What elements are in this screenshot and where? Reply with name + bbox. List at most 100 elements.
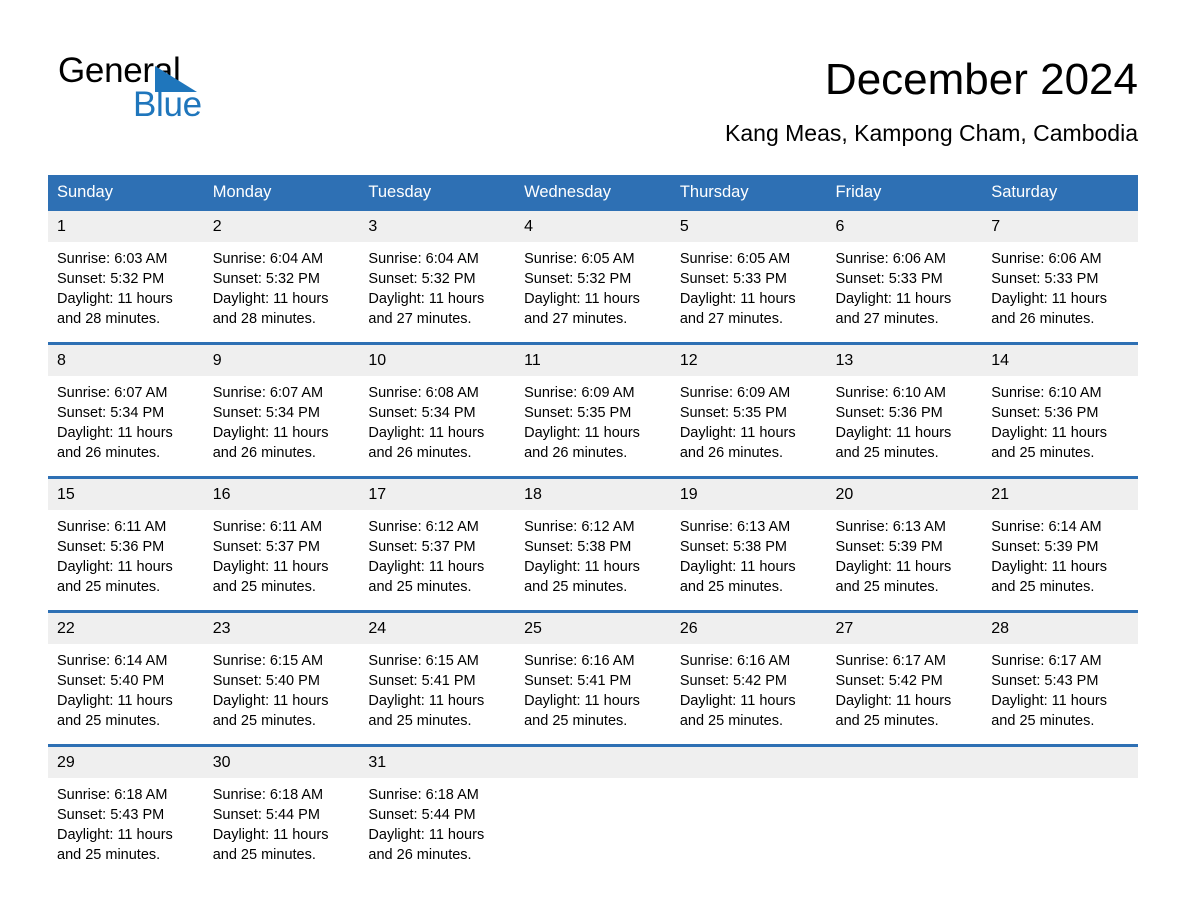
- sunrise-text: Sunrise: 6:15 AM: [212, 653, 324, 669]
- daylight-text: Daylight: 11 hours and 26 minutes.: [991, 291, 1108, 327]
- sunset-text: Sunset: 5:40 PM: [57, 673, 165, 689]
- calendar-day-cell[interactable]: 9 Sunrise: 6:07 AM Sunset: 5:34 PM Daylight…: [203, 342, 360, 478]
- daylight-text: Daylight: 11 hours and 25 minutes.: [679, 693, 796, 729]
- daylight-text: Daylight: 11 hours and 25 minutes.: [524, 693, 640, 729]
- day-details: Sunrise: 6:10 AM Sunset: 5:36 PM Daylight:…: [982, 376, 1138, 463]
- calendar-day-cell[interactable]: 31 Sunrise: 6:18 AM Sunset: 5:44 PM Dayligh…: [359, 744, 516, 878]
- daylight-text: Daylight: 11 hours and 25 minutes.: [212, 693, 329, 729]
- day-number: 24: [359, 613, 516, 644]
- day-number: 27: [826, 613, 983, 644]
- calendar-day-cell[interactable]: 25 Sunrise: 6:16 AM Sunset: 5:41 PM Dayligh…: [515, 610, 671, 746]
- day-number: [670, 747, 827, 778]
- sunset-text: Sunset: 5:35 PM: [524, 405, 632, 421]
- sunrise-text: Sunrise: 6:11 AM: [57, 519, 167, 535]
- day-number: 25: [515, 613, 671, 644]
- sunrise-text: Sunrise: 6:11 AM: [212, 519, 323, 535]
- day-details: Sunrise: 6:05 AM Sunset: 5:33 PM Daylight:…: [671, 242, 827, 329]
- calendar-day-cell[interactable]: 4 Sunrise: 6:05 AM Sunset: 5:32 PM Daylight…: [515, 211, 671, 344]
- calendar-day-cell[interactable]: 12 Sunrise: 6:09 AM Sunset: 5:35 PM Dayligh…: [670, 342, 827, 478]
- calendar-day-cell[interactable]: 13 Sunrise: 6:10 AM Sunset: 5:36 PM Dayligh…: [826, 342, 983, 478]
- calendar-day-cell[interactable]: 2 Sunrise: 6:04 AM Sunset: 5:32 PM Daylight…: [203, 211, 360, 344]
- sunrise-text: Sunrise: 6:05 AM: [679, 251, 791, 267]
- day-number: 30: [203, 747, 360, 778]
- calendar-page: General Blue December 2024 Kang Meas, Ka…: [0, 0, 1188, 918]
- day-number: 2: [203, 211, 360, 242]
- sunrise-text: Sunrise: 6:18 AM: [212, 787, 324, 803]
- sunset-text: Sunset: 5:38 PM: [679, 539, 788, 555]
- sunrise-text: Sunrise: 6:06 AM: [991, 251, 1102, 267]
- daylight-text: Daylight: 11 hours and 27 minutes.: [679, 291, 796, 327]
- calendar-day-cell[interactable]: 27 Sunrise: 6:17 AM Sunset: 5:42 PM Dayligh…: [826, 610, 983, 746]
- calendar-day-cell[interactable]: 11 Sunrise: 6:09 AM Sunset: 5:35 PM Dayligh…: [515, 342, 671, 478]
- calendar-day-cell[interactable]: 19 Sunrise: 6:13 AM Sunset: 5:38 PM Dayligh…: [670, 476, 827, 612]
- calendar-day-cell[interactable]: 29 Sunrise: 6:18 AM Sunset: 5:43 PM Dayligh…: [48, 744, 204, 878]
- sunset-text: Sunset: 5:32 PM: [212, 271, 320, 287]
- day-details: Sunrise: 6:10 AM Sunset: 5:36 PM Daylight:…: [827, 376, 983, 463]
- day-number: 7: [982, 211, 1138, 242]
- calendar-day-cell[interactable]: 8 Sunrise: 6:07 AM Sunset: 5:34 PM Daylight…: [48, 342, 204, 478]
- sunset-text: Sunset: 5:33 PM: [991, 271, 1099, 287]
- sunset-text: Sunset: 5:32 PM: [368, 271, 476, 287]
- day-number: [982, 747, 1138, 778]
- sunset-text: Sunset: 5:38 PM: [524, 539, 632, 555]
- day-number: 6: [826, 211, 983, 242]
- calendar-cell-empty: [670, 744, 827, 878]
- sunset-text: Sunset: 5:36 PM: [57, 539, 165, 555]
- calendar-day-cell[interactable]: 5 Sunrise: 6:05 AM Sunset: 5:33 PM Daylight…: [670, 211, 827, 344]
- daylight-text: Daylight: 11 hours and 28 minutes.: [212, 291, 329, 327]
- sunrise-text: Sunrise: 6:16 AM: [679, 653, 791, 669]
- day-number: 4: [515, 211, 671, 242]
- calendar-day-cell[interactable]: 24 Sunrise: 6:15 AM Sunset: 5:41 PM Dayligh…: [359, 610, 516, 746]
- day-details: Sunrise: 6:07 AM Sunset: 5:34 PM Daylight:…: [204, 376, 360, 463]
- calendar-day-cell[interactable]: 6 Sunrise: 6:06 AM Sunset: 5:33 PM Daylight…: [826, 211, 983, 344]
- daylight-text: Daylight: 11 hours and 25 minutes.: [57, 559, 173, 595]
- sunrise-text: Sunrise: 6:16 AM: [524, 653, 635, 669]
- daylight-text: Daylight: 11 hours and 25 minutes.: [368, 693, 485, 729]
- day-details: Sunrise: 6:16 AM Sunset: 5:42 PM Daylight:…: [671, 644, 827, 731]
- weekday-header-thursday: Thursday: [670, 175, 827, 211]
- calendar-day-cell[interactable]: 16 Sunrise: 6:11 AM Sunset: 5:37 PM Dayligh…: [203, 476, 360, 612]
- sunset-text: Sunset: 5:35 PM: [679, 405, 788, 421]
- calendar-day-cell[interactable]: 20 Sunrise: 6:13 AM Sunset: 5:39 PM Dayligh…: [826, 476, 983, 612]
- calendar-day-cell[interactable]: 26 Sunrise: 6:16 AM Sunset: 5:42 PM Dayligh…: [670, 610, 827, 746]
- day-details: Sunrise: 6:14 AM Sunset: 5:40 PM Daylight:…: [48, 644, 204, 731]
- calendar-day-cell[interactable]: 28 Sunrise: 6:17 AM Sunset: 5:43 PM Dayligh…: [982, 610, 1138, 746]
- calendar-day-cell[interactable]: 3 Sunrise: 6:04 AM Sunset: 5:32 PM Daylight…: [359, 211, 516, 344]
- day-details: Sunrise: 6:09 AM Sunset: 5:35 PM Daylight:…: [515, 376, 671, 463]
- sunset-text: Sunset: 5:37 PM: [212, 539, 320, 555]
- day-number: 28: [982, 613, 1138, 644]
- sunset-text: Sunset: 5:32 PM: [524, 271, 632, 287]
- sunrise-text: Sunrise: 6:12 AM: [524, 519, 635, 535]
- daylight-text: Daylight: 11 hours and 25 minutes.: [835, 559, 952, 595]
- weekday-header-wednesday: Wednesday: [515, 175, 671, 211]
- calendar-day-cell[interactable]: 17 Sunrise: 6:12 AM Sunset: 5:37 PM Dayligh…: [359, 476, 516, 612]
- calendar-day-cell[interactable]: 21 Sunrise: 6:14 AM Sunset: 5:39 PM Dayligh…: [982, 476, 1138, 612]
- calendar-day-cell[interactable]: 22 Sunrise: 6:14 AM Sunset: 5:40 PM Dayligh…: [48, 610, 204, 746]
- calendar-day-cell[interactable]: 30 Sunrise: 6:18 AM Sunset: 5:44 PM Dayligh…: [203, 744, 360, 878]
- calendar-day-cell[interactable]: 14 Sunrise: 6:10 AM Sunset: 5:36 PM Dayligh…: [982, 342, 1138, 478]
- sunset-text: Sunset: 5:44 PM: [212, 807, 320, 823]
- calendar-day-cell[interactable]: 15 Sunrise: 6:11 AM Sunset: 5:36 PM Dayligh…: [48, 476, 204, 612]
- weekday-header-sunday: Sunday: [48, 175, 204, 211]
- day-number: 3: [359, 211, 516, 242]
- calendar-day-cell[interactable]: 23 Sunrise: 6:15 AM Sunset: 5:40 PM Dayligh…: [203, 610, 360, 746]
- sunrise-text: Sunrise: 6:10 AM: [991, 385, 1102, 401]
- sunrise-text: Sunrise: 6:07 AM: [212, 385, 324, 401]
- day-details: Sunrise: 6:16 AM Sunset: 5:41 PM Daylight:…: [515, 644, 671, 731]
- calendar-cell-empty: [982, 744, 1138, 878]
- calendar-day-cell[interactable]: 1 Sunrise: 6:03 AM Sunset: 5:32 PM Daylight…: [48, 211, 204, 344]
- sunrise-text: Sunrise: 6:14 AM: [991, 519, 1102, 535]
- daylight-text: Daylight: 11 hours and 25 minutes.: [679, 559, 796, 595]
- day-details: Sunrise: 6:05 AM Sunset: 5:32 PM Daylight:…: [515, 242, 671, 329]
- sunset-text: Sunset: 5:39 PM: [835, 539, 943, 555]
- day-number: 19: [670, 479, 827, 510]
- daylight-text: Daylight: 11 hours and 25 minutes.: [368, 559, 485, 595]
- day-details: Sunrise: 6:12 AM Sunset: 5:38 PM Daylight:…: [515, 510, 671, 597]
- calendar-day-cell[interactable]: 18 Sunrise: 6:12 AM Sunset: 5:38 PM Dayligh…: [515, 476, 671, 612]
- daylight-text: Daylight: 11 hours and 27 minutes.: [368, 291, 485, 327]
- sunrise-text: Sunrise: 6:08 AM: [368, 385, 479, 401]
- calendar-day-cell[interactable]: 10 Sunrise: 6:08 AM Sunset: 5:34 PM Dayligh…: [359, 342, 516, 478]
- calendar-day-cell[interactable]: 7 Sunrise: 6:06 AM Sunset: 5:33 PM Daylight…: [982, 211, 1138, 344]
- calendar-cell-empty: [515, 744, 671, 878]
- calendar-body: 1 Sunrise: 6:03 AM Sunset: 5:32 PM Daylight…: [48, 211, 1138, 878]
